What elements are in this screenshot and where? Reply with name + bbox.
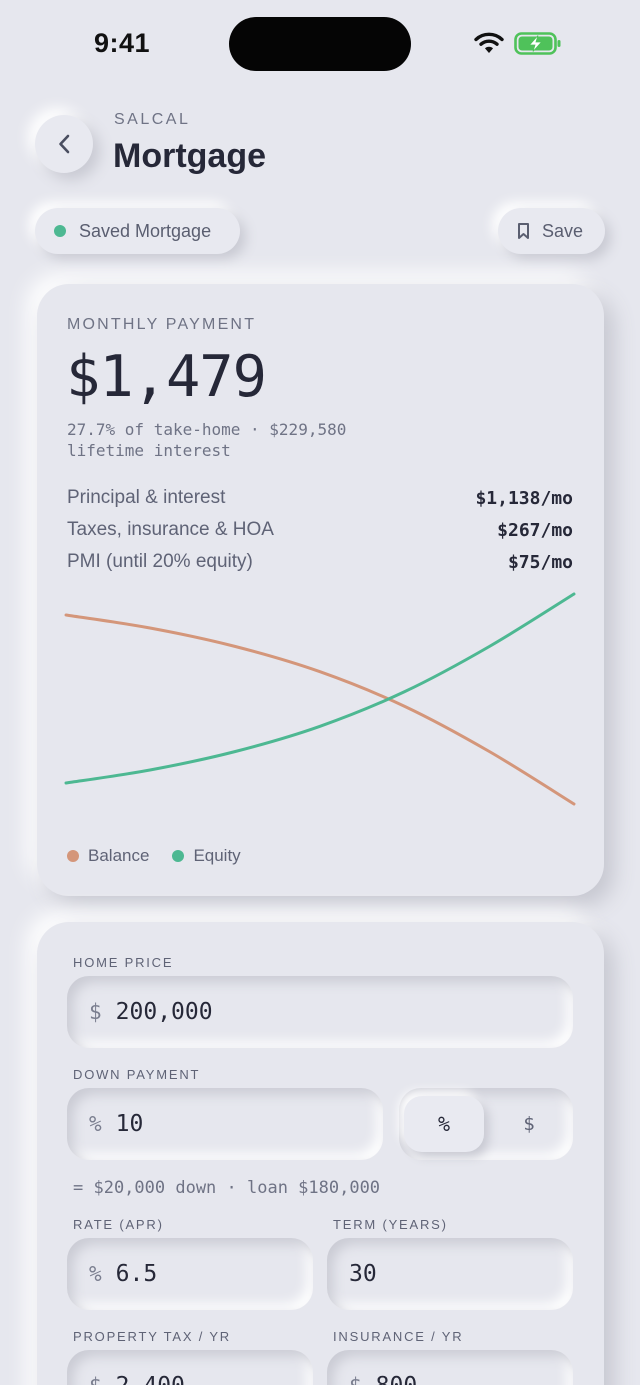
status-time: 9:41: [94, 28, 151, 58]
unit-dollar-option[interactable]: $: [489, 1096, 569, 1152]
legend-label: Balance: [88, 846, 150, 865]
term-input[interactable]: 30: [327, 1238, 573, 1310]
breakdown-label: PMI (until 20% equity): [67, 551, 253, 572]
dynamic-island: [229, 17, 411, 71]
breakdown-row: Principal & interest $1,138/mo: [67, 482, 573, 514]
payment-breakdown: Principal & interest $1,138/mo Taxes, in…: [67, 482, 573, 578]
term-value: 30: [349, 1261, 377, 1287]
monthly-payment-amount: $1,479: [66, 344, 267, 410]
home-price-input[interactable]: $ 200,000: [67, 976, 573, 1048]
down-payment-summary: = $20,000 down · loan $180,000: [73, 1178, 381, 1198]
saved-mortgage-button[interactable]: Saved Mortgage: [35, 208, 240, 254]
down-payment-value: 10: [115, 1111, 144, 1137]
balance-equity-chart: [64, 592, 576, 806]
currency-prefix: $: [89, 1374, 102, 1385]
insurance-input[interactable]: $ 800: [327, 1350, 573, 1385]
page-title: Mortgage: [113, 137, 266, 175]
currency-prefix: $: [349, 1374, 362, 1385]
save-button[interactable]: Save: [498, 208, 605, 254]
percent-prefix: %: [89, 1112, 102, 1136]
legend-swatch: [172, 850, 185, 862]
monthly-payment-label: MONTHLY PAYMENT: [67, 316, 257, 333]
chevron-left-icon: [59, 134, 70, 154]
payment-card: MONTHLY PAYMENT $1,479 27.7% of take-hom…: [37, 284, 604, 896]
breakdown-row: Taxes, insurance & HOA $267/mo: [67, 514, 573, 546]
legend-item-balance: Balance: [67, 846, 149, 866]
series-line-equity: [64, 592, 576, 785]
home-price-value: 200,000: [115, 999, 213, 1025]
bookmark-icon: [518, 223, 529, 239]
wifi-icon: [474, 32, 504, 53]
app-eyebrow: SALCAL: [114, 111, 191, 128]
series-line-balance: [64, 613, 576, 806]
saved-status-dot: [54, 225, 66, 237]
breakdown-value: $1,138/mo: [475, 487, 573, 509]
home-price-label: HOME PRICE: [73, 955, 174, 970]
rate-label: RATE (APR): [73, 1217, 164, 1232]
back-button[interactable]: [35, 115, 93, 173]
legend-label: Equity: [193, 846, 241, 865]
mortgage-screen: 9:41 SALCAL Mortgage Saved Mortgage Save…: [0, 0, 640, 1385]
breakdown-label: Taxes, insurance & HOA: [67, 519, 274, 540]
rate-value: 6.5: [115, 1261, 158, 1287]
breakdown-value: $75/mo: [507, 551, 573, 573]
payment-subtitle: 27.7% of take-home · $229,580 lifetime i…: [67, 420, 347, 460]
battery-charging-icon: [514, 32, 561, 55]
down-payment-unit-toggle: % $: [399, 1088, 573, 1160]
unit-percent-option[interactable]: %: [404, 1096, 484, 1152]
property-tax-value: 2,400: [116, 1373, 185, 1385]
insurance-value: 800: [376, 1373, 418, 1385]
save-label: Save: [542, 220, 584, 241]
chart-legend: Balance Equity: [67, 846, 264, 866]
percent-prefix: %: [89, 1262, 102, 1286]
property-tax-input[interactable]: $ 2,400: [67, 1350, 313, 1385]
legend-swatch: [67, 850, 79, 862]
insurance-label: INSURANCE / YR: [333, 1329, 464, 1344]
breakdown-value: $267/mo: [497, 519, 573, 541]
rate-input[interactable]: % 6.5: [67, 1238, 313, 1310]
term-label: TERM (YEARS): [333, 1217, 448, 1232]
currency-prefix: $: [89, 1000, 102, 1024]
inputs-card: HOME PRICE $ 200,000 DOWN PAYMENT % 10 %…: [37, 922, 604, 1385]
property-tax-label: PROPERTY TAX / YR: [73, 1329, 231, 1344]
down-payment-label: DOWN PAYMENT: [73, 1067, 201, 1082]
breakdown-label: Principal & interest: [67, 487, 226, 508]
saved-mortgage-label: Saved Mortgage: [79, 220, 212, 241]
down-payment-input[interactable]: % 10: [67, 1088, 383, 1160]
legend-item-equity: Equity: [172, 846, 241, 866]
